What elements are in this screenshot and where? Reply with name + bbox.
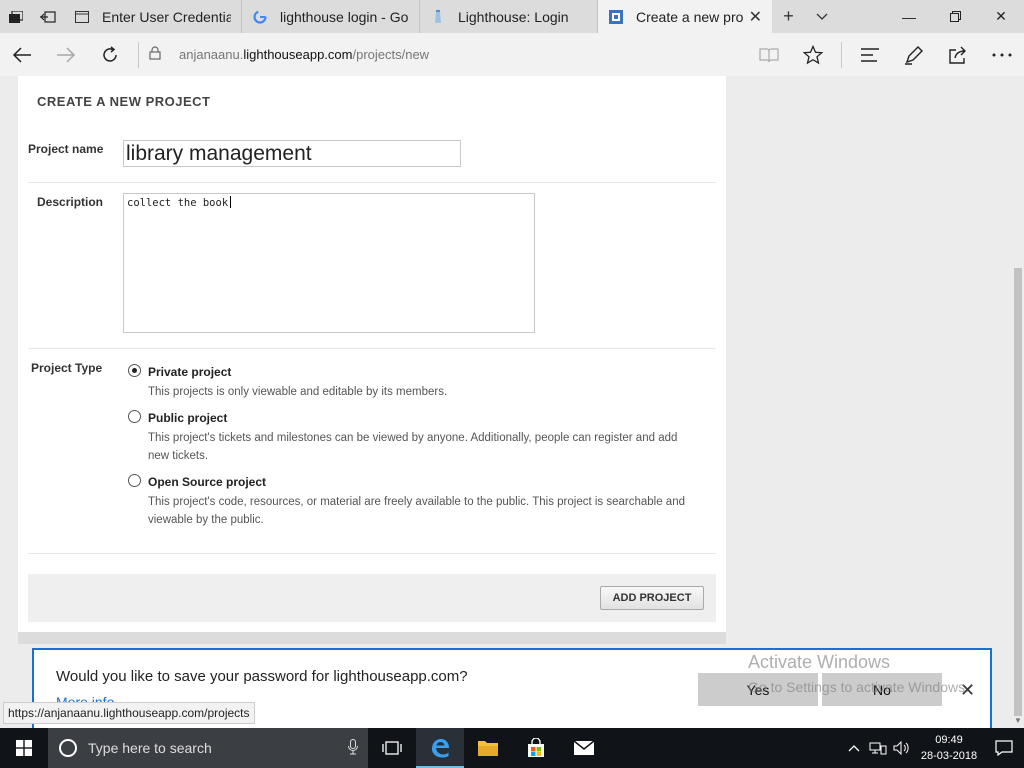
clock-time: 09:49 [935,734,963,746]
cortana-circle-icon [58,738,78,758]
url-path: /projects/new [352,47,430,62]
close-window-icon[interactable]: ✕ [978,0,1024,33]
tab-manager-icon[interactable] [0,0,32,33]
tab-label: Create a new projec [636,8,743,25]
set-tabs-aside-icon[interactable] [32,0,64,33]
favorite-star-icon[interactable] [791,33,835,76]
forward-icon[interactable] [44,33,88,76]
url-host: lighthouseapp.com [243,47,353,62]
close-tab-icon[interactable]: ✕ [743,7,762,27]
reading-view-icon[interactable] [747,33,791,76]
lock-icon [149,46,161,63]
tab-lighthouse-login[interactable]: Lighthouse: Login [420,0,598,33]
scrollbar-thumb[interactable] [1014,268,1022,716]
lighthouse-icon [430,9,446,25]
restore-icon[interactable] [932,0,978,33]
refresh-icon[interactable] [88,33,132,76]
status-bar-url: https://anjanaanu.lighthouseapp.com/proj… [3,702,255,724]
network-icon[interactable] [866,741,890,755]
tab-bar: Enter User Credentials lighthouse login … [0,0,1024,33]
project-name-label: Project name [28,142,104,156]
taskbar-search-box[interactable]: Type here to search [48,728,368,768]
option-title: Private project [148,365,232,379]
tab-create-new-project[interactable]: Create a new projec ✕ [598,0,772,33]
description-label: Description [37,195,104,209]
address-toolbar: anjanaanu. lighthouseapp.com/projects/new [0,33,1024,76]
web-note-pen-icon[interactable] [892,33,936,76]
minimize-icon[interactable]: — [886,0,932,33]
google-icon [252,9,268,25]
clock-date: 28-03-2018 [920,750,978,762]
no-button[interactable]: No [822,673,942,706]
divider [28,348,716,349]
lighthouse-app-icon [608,9,624,25]
divider [841,41,842,68]
store-icon[interactable] [512,728,560,768]
mail-icon[interactable] [560,728,608,768]
toolbar-actions [747,33,1024,76]
option-title: Public project [148,411,228,425]
task-view-icon[interactable] [368,728,416,768]
window-controls: — ✕ [886,0,1024,33]
url-subdomain: anjanaanu. [179,47,244,62]
taskbar-clock[interactable]: 09:49 28-03-2018 [914,732,984,764]
tab-label: Enter User Credentials [102,8,231,25]
windows-start-icon[interactable] [0,728,48,768]
share-icon[interactable] [936,33,980,76]
project-type-label: Project Type [31,361,103,375]
action-center-icon[interactable] [984,740,1024,756]
hub-icon[interactable] [848,33,892,76]
more-menu-icon[interactable] [980,33,1024,76]
description-text: collect the book [127,197,229,209]
save-password-question: Would you like to save your password for… [56,668,468,685]
tab-enter-user-credentials[interactable]: Enter User Credentials [64,0,242,33]
add-project-button[interactable]: ADD PROJECT [600,586,704,610]
divider [28,182,716,183]
open-source-project-radio[interactable] [128,474,141,487]
option-title: Open Source project [148,475,267,489]
page-icon [74,9,90,25]
option-description: This projects is only viewable and edita… [148,386,448,398]
search-placeholder: Type here to search [88,740,212,756]
page-viewport: CREATE A NEW PROJECT Project name librar… [0,76,1012,728]
panel-shadow [18,632,726,644]
new-tab-icon[interactable]: + [772,0,805,33]
back-icon[interactable] [0,33,44,76]
page-title: CREATE A NEW PROJECT [37,94,211,109]
volume-icon[interactable] [890,741,914,755]
tab-preview-chevron-icon[interactable] [805,0,838,33]
new-project-form: CREATE A NEW PROJECT Project name librar… [18,76,726,632]
tab-lighthouse-login-google[interactable]: lighthouse login - Goog [242,0,420,33]
system-tray: 09:49 28-03-2018 [842,728,1024,768]
text-caret [230,196,232,208]
scroll-down-arrow-icon[interactable]: ▼ [1013,716,1023,726]
file-explorer-icon[interactable] [464,728,512,768]
option-description: This project's code, resources, or mater… [148,496,685,526]
tab-label: lighthouse login - Goog [280,8,409,25]
taskbar: Type here to search 09:49 28-03-2018 [0,728,1024,768]
divider [138,41,139,68]
address-bar[interactable]: anjanaanu. lighthouseapp.com/projects/new [149,46,429,63]
option-description: This project's tickets and milestones ca… [148,432,678,462]
private-project-radio[interactable] [128,364,141,377]
divider [28,553,716,554]
yes-button[interactable]: Yes [698,673,818,706]
tab-label: Lighthouse: Login [458,8,569,25]
form-actions: ADD PROJECT [28,574,716,622]
description-textarea[interactable]: collect the book [123,193,535,333]
project-name-input[interactable]: library management [123,140,461,167]
close-prompt-icon[interactable]: ✕ [960,680,975,701]
show-hidden-icons-chevron-icon[interactable] [842,744,866,752]
edge-browser-icon[interactable] [416,728,464,768]
microphone-icon[interactable] [348,738,358,758]
public-project-radio[interactable] [128,410,141,423]
